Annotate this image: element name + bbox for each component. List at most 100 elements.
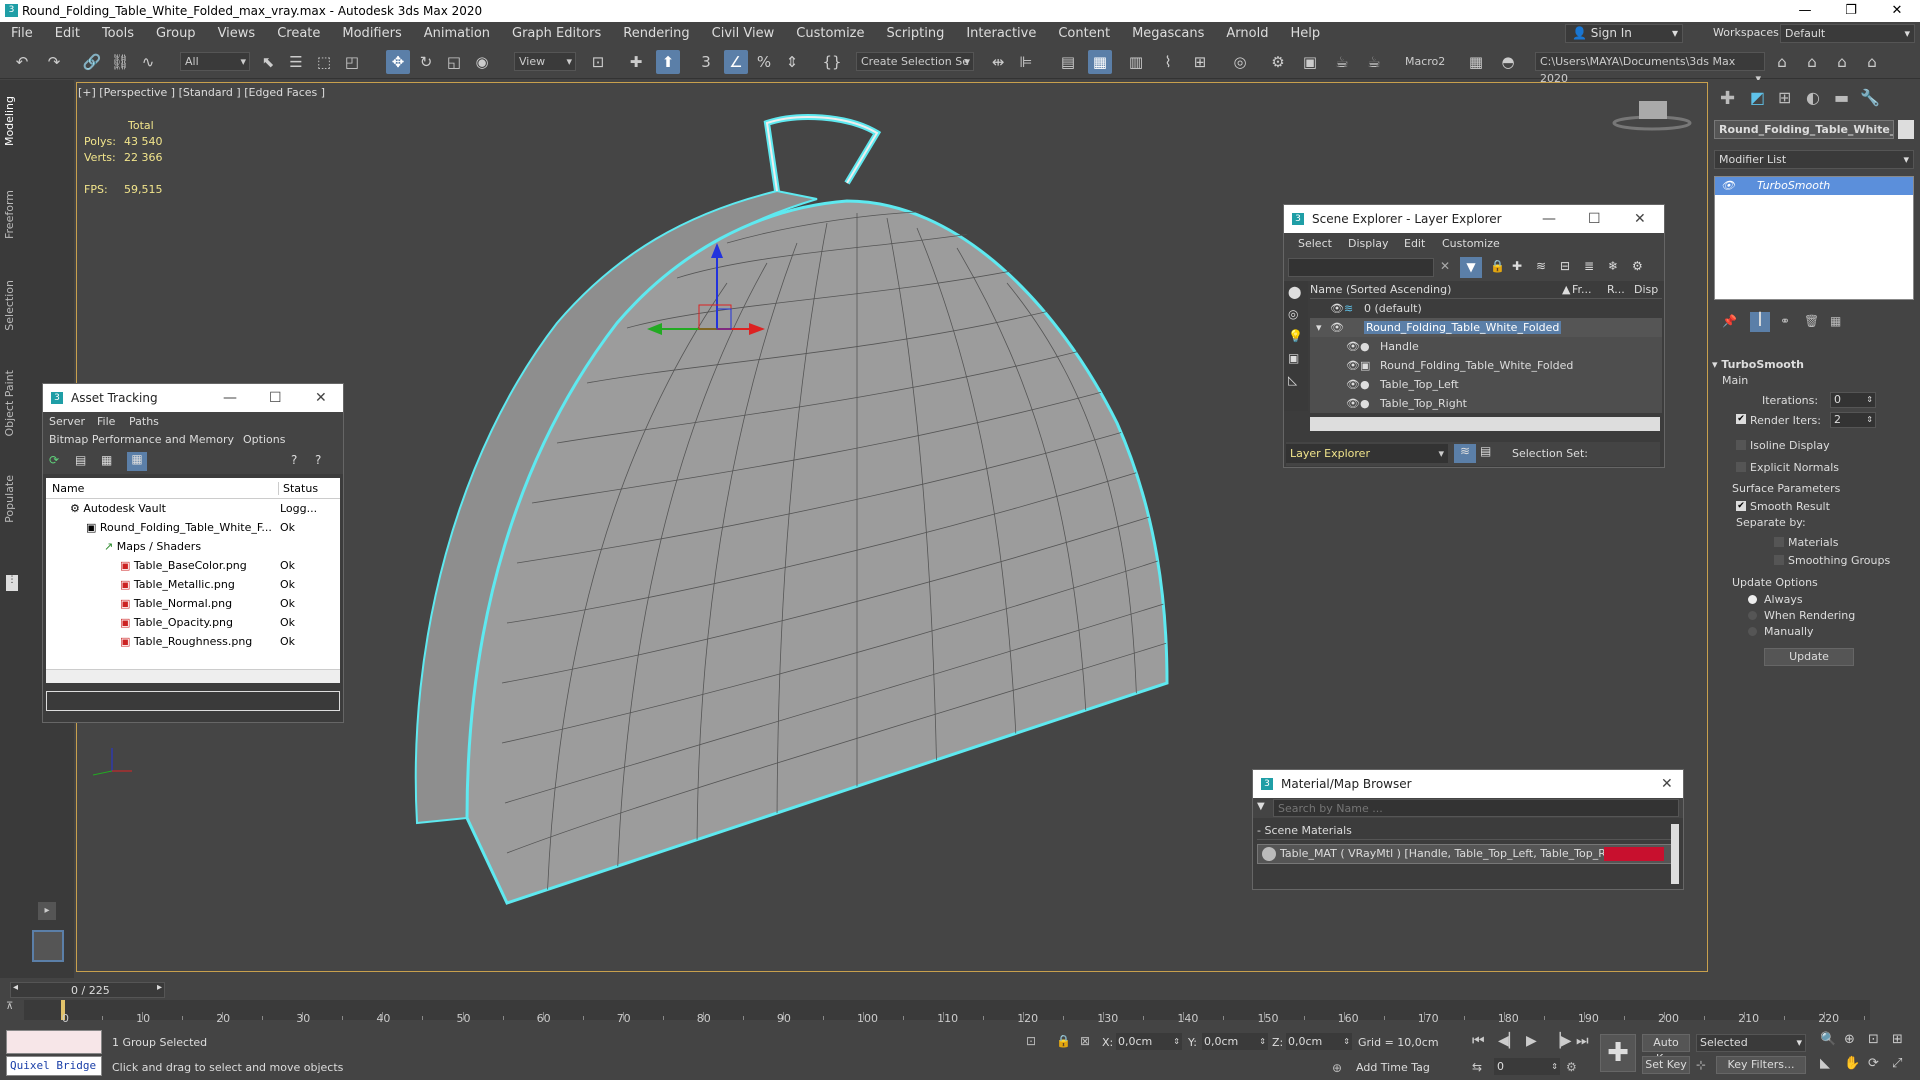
keyboard-shortcut-override-icon[interactable]: ⬆ bbox=[656, 50, 680, 74]
menu-bitmap-performance[interactable]: Bitmap Performance and Memory bbox=[49, 433, 234, 446]
select-object-icon[interactable]: ⬉ bbox=[256, 50, 280, 74]
display-shapes-icon[interactable]: ◎ bbox=[1288, 307, 1298, 321]
set-key-button[interactable]: Set Key bbox=[1642, 1056, 1690, 1074]
pin-stack-icon[interactable]: 📌 bbox=[1722, 314, 1737, 328]
iterations-spinner[interactable]: 0 ⇕ bbox=[1830, 392, 1876, 408]
modify-tab-icon[interactable]: ◩ bbox=[1750, 88, 1765, 107]
trackbar-mode-icon[interactable]: ⊼ bbox=[6, 1001, 13, 1012]
isoline-checkbox[interactable] bbox=[1736, 440, 1746, 450]
options-icon[interactable]: ⚙ bbox=[1632, 259, 1643, 273]
utilities-tab-icon[interactable]: 🔧 bbox=[1860, 88, 1880, 107]
viewport-label[interactable]: [+] [Perspective ] [Standard ] [Edged Fa… bbox=[78, 86, 325, 99]
display-cameras-icon[interactable]: ▣ bbox=[1288, 351, 1299, 365]
material-item[interactable]: Table_MAT ( VRayMtl ) [Handle, Table_Top… bbox=[1257, 844, 1679, 864]
rect-selection-icon[interactable]: ⬚ bbox=[312, 50, 336, 74]
menu-interactive[interactable]: Interactive bbox=[955, 26, 1047, 41]
menu-group[interactable]: Group bbox=[145, 26, 207, 41]
list-item[interactable]: ⚙ Autodesk Vault Logg... bbox=[46, 499, 340, 518]
menu-customize[interactable]: Customize bbox=[785, 26, 875, 41]
when-rendering-radio[interactable] bbox=[1748, 611, 1757, 620]
refresh-icon[interactable]: ⟳ bbox=[49, 453, 59, 467]
motion-tab-icon[interactable]: ◐ bbox=[1806, 88, 1820, 107]
key-filters-button[interactable]: Key Filters... bbox=[1716, 1056, 1806, 1074]
unlink-icon[interactable]: ⛓ bbox=[108, 50, 132, 74]
list-view-icon[interactable]: ▤ bbox=[75, 453, 86, 467]
placement-icon[interactable]: ◉ bbox=[470, 50, 494, 74]
time-slider-next-icon[interactable]: ▸ bbox=[157, 982, 162, 993]
spinner-snap-icon[interactable]: ⇕ bbox=[780, 50, 804, 74]
table-view-icon[interactable]: ▦ bbox=[127, 452, 147, 471]
column-status[interactable]: Status bbox=[278, 482, 318, 495]
layer-explorer-toggle-icon[interactable]: ≋ bbox=[1454, 444, 1476, 463]
hierarchy-tab-icon[interactable]: ⊞ bbox=[1778, 88, 1791, 107]
tab-freeform[interactable]: Freeform bbox=[3, 190, 16, 239]
layer-row-default[interactable]: 👁 ≋ 0 (default) bbox=[1310, 299, 1662, 318]
explorer-type-dropdown[interactable]: Layer Explorer ▾ bbox=[1286, 444, 1448, 463]
zoom-extents-icon[interactable]: ⊡ bbox=[1868, 1032, 1879, 1047]
redo-icon[interactable]: ↷ bbox=[42, 50, 66, 74]
render-iters-spinner[interactable]: 2 ⇕ bbox=[1830, 412, 1876, 428]
zoom-icon[interactable]: 🔍 bbox=[1820, 1032, 1836, 1047]
menu-select[interactable]: Select bbox=[1298, 237, 1332, 250]
macro-label[interactable]: Macro2 bbox=[1405, 55, 1445, 68]
pivot-center-icon[interactable]: ⊡ bbox=[586, 50, 610, 74]
close-button[interactable]: ✕ bbox=[1874, 0, 1920, 22]
y-coordinate-field[interactable]: 0,0cm ⇕ bbox=[1202, 1033, 1268, 1050]
scene-materials-header[interactable]: - Scene Materials bbox=[1257, 824, 1679, 840]
render-production-icon[interactable]: ☕ bbox=[1330, 50, 1354, 74]
show-end-result-icon[interactable]: ┃ bbox=[1750, 312, 1770, 332]
expand-icon[interactable]: ▸ bbox=[38, 902, 56, 920]
eye-icon[interactable]: 👁 bbox=[1721, 177, 1735, 195]
render-iters-checkbox[interactable]: ✔ bbox=[1736, 414, 1746, 424]
horizontal-scrollbar[interactable] bbox=[1310, 417, 1660, 431]
go-to-end-icon[interactable]: ⏭ bbox=[1576, 1033, 1589, 1049]
zoom-all-icon[interactable]: ⊕ bbox=[1844, 1032, 1855, 1047]
tab-object-paint[interactable]: Object Paint bbox=[3, 370, 16, 437]
details-view-icon[interactable]: ▦ bbox=[101, 453, 112, 467]
menu-paths[interactable]: Paths bbox=[129, 415, 159, 428]
current-frame-field[interactable]: 0 ⇕ bbox=[1494, 1058, 1560, 1075]
key-target-icon[interactable]: ⊹ bbox=[1696, 1058, 1706, 1072]
set-key-icon[interactable]: ✚ bbox=[1600, 1034, 1636, 1072]
menu-arnold[interactable]: Arnold bbox=[1215, 26, 1279, 41]
layer-row-group[interactable]: ▾ 👁 Round_Folding_Table_White_Folded bbox=[1310, 318, 1662, 337]
always-radio[interactable] bbox=[1748, 595, 1757, 604]
collapse-icon[interactable]: ▾ bbox=[1316, 318, 1322, 337]
make-unique-icon[interactable]: ⚭ bbox=[1780, 314, 1790, 328]
configure-sets-icon[interactable]: ▦ bbox=[1830, 314, 1841, 328]
list-item[interactable]: ▣ Table_Opacity.png Ok bbox=[46, 613, 340, 632]
object-row-handle[interactable]: 👁 ● Handle bbox=[1310, 337, 1662, 356]
menu-content[interactable]: Content bbox=[1047, 26, 1121, 41]
go-to-start-icon[interactable]: ⏮ bbox=[1472, 1033, 1485, 1049]
lock-icon[interactable]: 🔒 bbox=[1490, 259, 1505, 273]
mirror-icon[interactable]: ⇹ bbox=[986, 50, 1010, 74]
z-coordinate-field[interactable]: 0,0cm ⇕ bbox=[1286, 1033, 1352, 1050]
object-name-field[interactable]: Round_Folding_Table_White_ bbox=[1714, 120, 1894, 139]
reference-coord-dropdown[interactable]: View ▾ bbox=[514, 52, 576, 71]
display-helpers-icon[interactable]: ◺ bbox=[1288, 373, 1297, 387]
selection-filter-dropdown[interactable]: All ▾ bbox=[180, 52, 250, 71]
object-row-group[interactable]: 👁 ▣ Round_Folding_Table_White_Folded bbox=[1310, 356, 1662, 375]
quixel-bridge-field[interactable]: Quixel Bridge bbox=[6, 1056, 102, 1076]
list-item[interactable]: ▣ Round_Folding_Table_White_F... Ok bbox=[46, 518, 340, 537]
layers-icon[interactable]: ≋ bbox=[1536, 259, 1546, 273]
menu-edit[interactable]: Edit bbox=[44, 26, 91, 41]
minimize-button[interactable]: — bbox=[1542, 205, 1556, 233]
isolate-selection-icon[interactable]: ⊡ bbox=[1026, 1034, 1036, 1048]
render-iterative-icon[interactable]: ☕ bbox=[1362, 50, 1386, 74]
eye-icon[interactable]: 👁 bbox=[1346, 356, 1360, 375]
sphere-icon[interactable]: ◓ bbox=[1496, 50, 1520, 74]
menu-rendering[interactable]: Rendering bbox=[612, 26, 700, 41]
minimize-button[interactable]: — bbox=[223, 384, 237, 412]
remove-modifier-icon[interactable]: 🗑 bbox=[1804, 314, 1819, 328]
eye-icon[interactable]: 👁 bbox=[1330, 318, 1344, 337]
menu-create[interactable]: Create bbox=[266, 26, 331, 41]
named-selection-dropdown[interactable]: Create Selection Se ▾ bbox=[856, 52, 974, 71]
object-row-top-right[interactable]: 👁 ● Table_Top_Right bbox=[1310, 394, 1662, 413]
undo-icon[interactable]: ↶ bbox=[10, 50, 34, 74]
stack-item-turbosmooth[interactable]: 👁 TurboSmooth bbox=[1715, 177, 1913, 195]
select-manipulate-icon[interactable]: ✚ bbox=[624, 50, 648, 74]
render-setup-icon[interactable]: ⚙ bbox=[1266, 50, 1290, 74]
tab-populate[interactable]: Populate bbox=[3, 475, 16, 523]
key-set-dropdown[interactable]: Selected ▾ bbox=[1696, 1034, 1806, 1052]
